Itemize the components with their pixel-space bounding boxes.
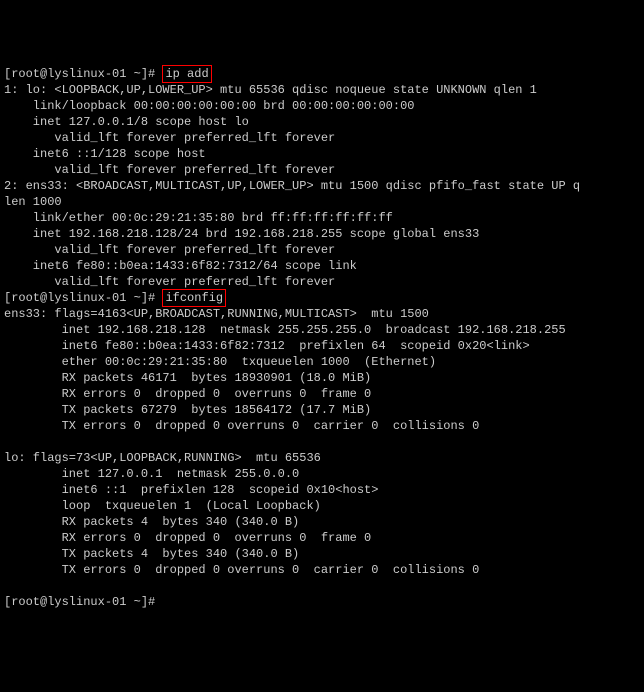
prompt-1: [root@lyslinux-01 ~]# xyxy=(4,67,162,81)
ip-add-highlight: ip add xyxy=(162,65,211,83)
ifconfig-highlight: ifconfig xyxy=(162,289,226,307)
terminal[interactable]: [root@lyslinux-01 ~]# ip add 1: lo: <LOO… xyxy=(0,64,644,612)
ip-add-output: 1: lo: <LOOPBACK,UP,LOWER_UP> mtu 65536 … xyxy=(4,83,580,289)
prompt-line-1: [root@lyslinux-01 ~]# ip add xyxy=(4,67,212,81)
prompt-3: [root@lyslinux-01 ~]# xyxy=(4,595,162,609)
prompt-line-2: [root@lyslinux-01 ~]# ifconfig xyxy=(4,291,226,305)
ifconfig-output: ens33: flags=4163<UP,BROADCAST,RUNNING,M… xyxy=(4,307,566,577)
prompt-2: [root@lyslinux-01 ~]# xyxy=(4,291,162,305)
